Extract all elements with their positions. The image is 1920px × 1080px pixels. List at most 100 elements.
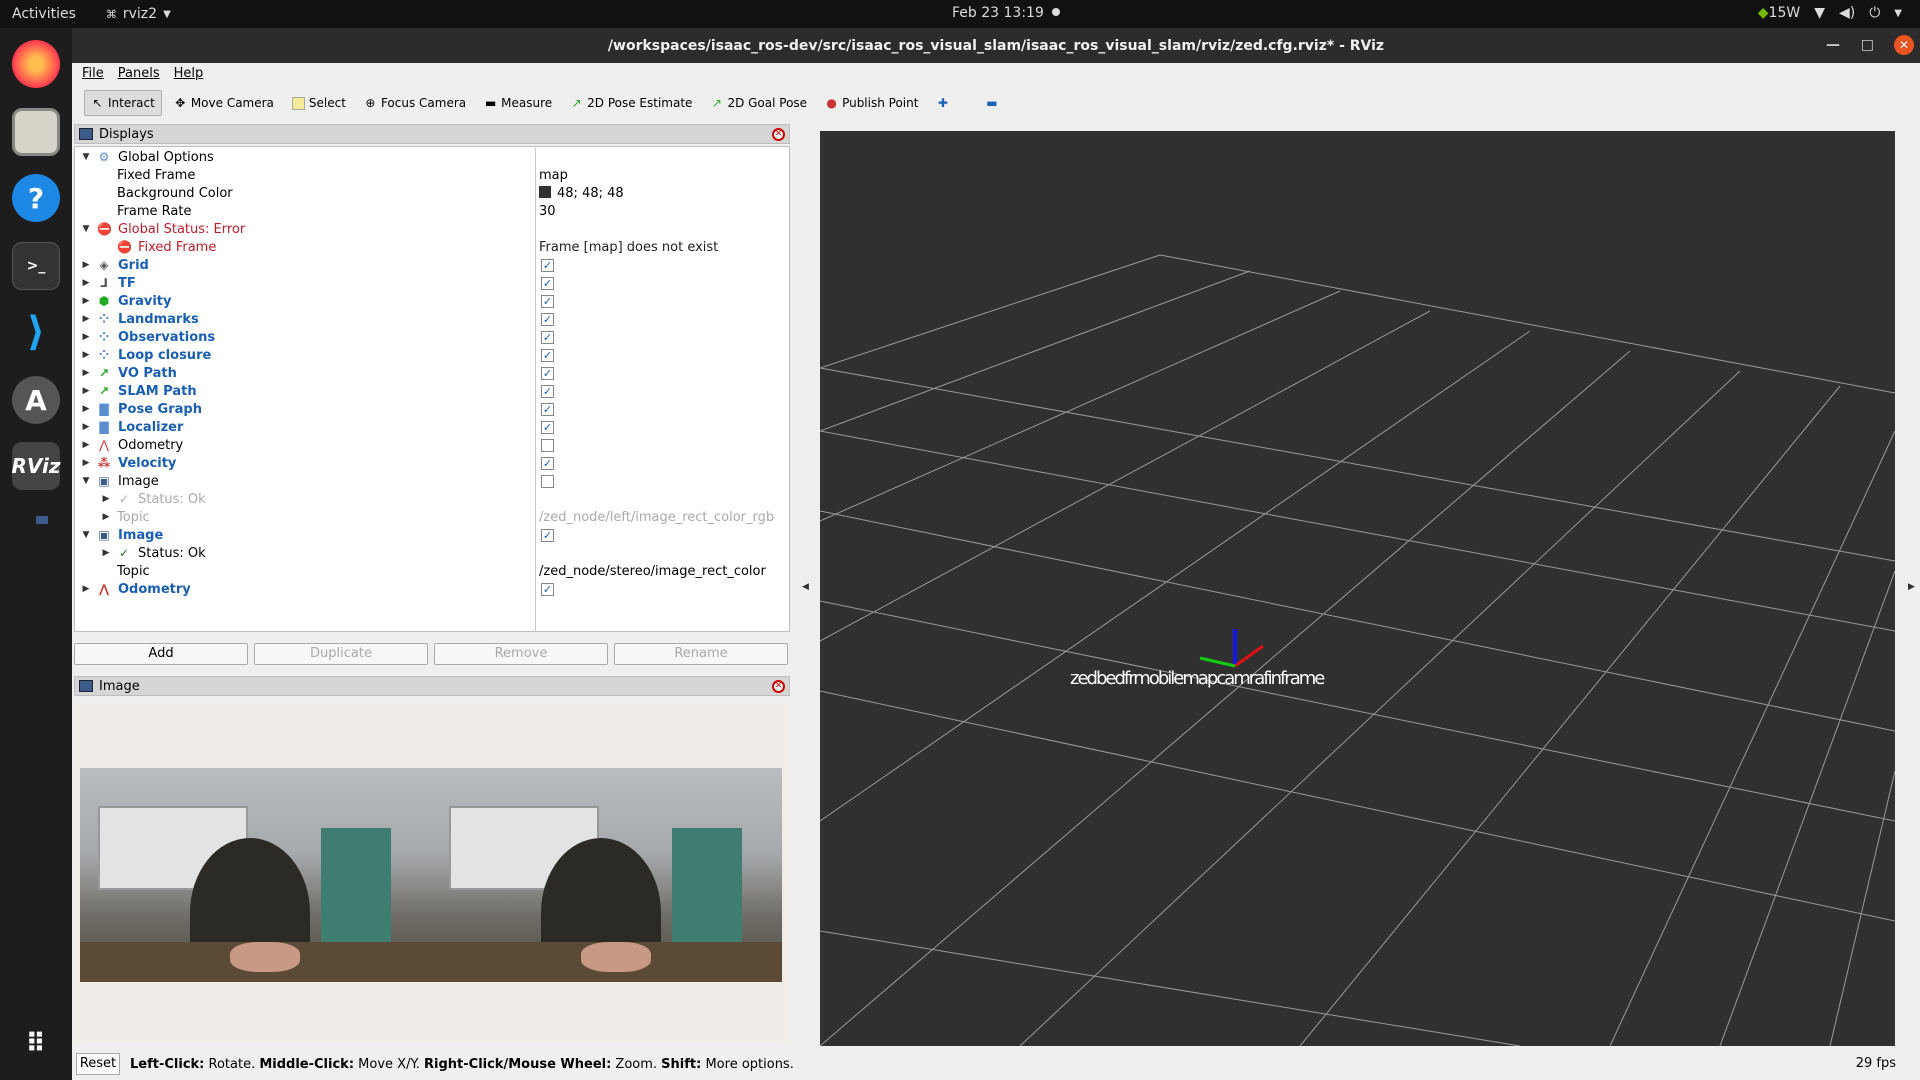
tree-row-status-ok-disabled[interactable]: ▶ ✓ Status: Ok <box>75 490 789 508</box>
tree-row-background-color[interactable]: Background Color 48; 48; 48 <box>75 184 789 202</box>
tree-row-fixed-frame-error[interactable]: ⛔ Fixed Frame Frame [map] does not exist <box>75 238 789 256</box>
checkbox-checked[interactable]: ✓ <box>541 420 554 434</box>
minimize-icon[interactable]: — <box>1826 37 1840 53</box>
clock[interactable]: Feb 23 13:19 <box>952 5 1044 21</box>
expand-arrow-icon[interactable]: ▼ <box>81 152 91 162</box>
expand-arrow-icon[interactable]: ▶ <box>101 512 111 522</box>
checkbox-checked[interactable]: ✓ <box>541 330 554 344</box>
checkbox-unchecked[interactable] <box>541 474 554 488</box>
tree-row-gravity[interactable]: ▶ ⬢ Gravity ✓ <box>75 292 789 310</box>
expand-arrow-icon[interactable]: ▶ <box>81 440 91 450</box>
checkbox-unchecked[interactable] <box>541 438 554 452</box>
checkbox-checked[interactable]: ✓ <box>541 348 554 362</box>
duplicate-button[interactable]: Duplicate <box>254 643 428 665</box>
focus-camera-tool[interactable]: ⊕ Focus Camera <box>358 90 472 116</box>
menu-panels[interactable]: Panels <box>118 66 160 81</box>
tree-row-localizer[interactable]: ▶ ▇ Localizer ✓ <box>75 418 789 436</box>
add-button[interactable]: Add <box>74 643 248 665</box>
tree-row-observations[interactable]: ▶ ⁘ Observations ✓ <box>75 328 789 346</box>
expand-arrow-icon[interactable]: ▶ <box>81 314 91 324</box>
row-value[interactable]: map <box>539 168 568 183</box>
checkbox-checked[interactable]: ✓ <box>541 312 554 326</box>
expand-arrow-icon[interactable]: ▼ <box>81 224 91 234</box>
rename-button[interactable]: Rename <box>614 643 788 665</box>
checkbox-checked[interactable]: ✓ <box>541 528 554 542</box>
checkbox-checked[interactable]: ✓ <box>541 582 554 596</box>
expand-arrow-icon[interactable]: ▶ <box>81 296 91 306</box>
tree-row-odometry[interactable]: ▶ ⋀ Odometry ✓ <box>75 580 789 598</box>
collapse-right-arrow-icon[interactable]: ▶ <box>1908 582 1915 592</box>
goal-pose-tool[interactable]: ↗ 2D Goal Pose <box>704 90 813 116</box>
row-value[interactable]: /zed_node/stereo/image_rect_color <box>539 564 766 579</box>
close-icon[interactable]: ✕ <box>772 128 785 141</box>
expand-arrow-icon[interactable]: ▶ <box>81 332 91 342</box>
select-tool[interactable]: Select <box>286 90 352 116</box>
move-camera-tool[interactable]: ✥ Move Camera <box>168 90 280 116</box>
expand-arrow-icon[interactable]: ▶ <box>81 584 91 594</box>
files-icon[interactable] <box>12 108 60 156</box>
checkbox-checked[interactable]: ✓ <box>541 258 554 272</box>
tree-row-global-options[interactable]: ▼ ⚙ Global Options <box>75 148 789 166</box>
tree-row-status-ok[interactable]: ▶ ✓ Status: Ok <box>75 544 789 562</box>
vscode-icon[interactable]: ⟩ <box>12 308 60 356</box>
expand-arrow-icon[interactable]: ▶ <box>101 548 111 558</box>
app-grid-icon[interactable]: ⠿ <box>12 1020 60 1068</box>
software-center-icon[interactable]: A <box>12 376 60 424</box>
row-value[interactable]: 30 <box>539 204 556 219</box>
terminal-icon[interactable]: >_ <box>12 242 60 290</box>
tree-row-odometry-disabled[interactable]: ▶ ⋀ Odometry <box>75 436 789 454</box>
3d-render-view[interactable]: zedbedfrmobilemapcamrafinframe <box>820 131 1895 1046</box>
measure-tool[interactable]: ▬ Measure <box>478 90 558 116</box>
expand-arrow-icon[interactable]: ▶ <box>81 458 91 468</box>
close-icon[interactable]: ✕ <box>1894 35 1914 55</box>
tree-row-slam-path[interactable]: ▶ ↗ SLAM Path ✓ <box>75 382 789 400</box>
checkbox-checked[interactable]: ✓ <box>541 294 554 308</box>
expand-arrow-icon[interactable]: ▶ <box>81 350 91 360</box>
system-tray[interactable]: ◆15W ▼ ◀) ⏻ ▼ <box>1758 5 1902 21</box>
tree-row-global-status[interactable]: ▼ ⛔ Global Status: Error <box>75 220 789 238</box>
menu-file[interactable]: File <box>82 66 104 81</box>
add-tool-button[interactable]: ✚ <box>930 90 955 116</box>
menu-help[interactable]: Help <box>174 66 204 81</box>
tree-row-tf[interactable]: ▶ ⅃ TF ✓ <box>75 274 789 292</box>
publish-point-tool[interactable]: ● Publish Point <box>819 90 924 116</box>
row-value[interactable]: 48; 48; 48 <box>539 185 624 201</box>
expand-arrow-icon[interactable]: ▶ <box>81 422 91 432</box>
expand-arrow-icon[interactable]: ▶ <box>101 494 111 504</box>
checkbox-checked[interactable]: ✓ <box>541 366 554 380</box>
checkbox-checked[interactable]: ✓ <box>541 402 554 416</box>
expand-arrow-icon[interactable]: ▼ <box>81 476 91 486</box>
tree-row-grid[interactable]: ▶ ◈ Grid ✓ <box>75 256 789 274</box>
expand-arrow-icon[interactable]: ▶ <box>81 386 91 396</box>
app-menu[interactable]: ⌘ rviz2 ▼ <box>106 6 171 22</box>
tree-row-image[interactable]: ▼ ▣ Image ✓ <box>75 526 789 544</box>
tree-row-frame-rate[interactable]: Frame Rate 30 <box>75 202 789 220</box>
interact-tool[interactable]: ↖ Interact <box>84 90 162 116</box>
tree-row-vo-path[interactable]: ▶ ↗ VO Path ✓ <box>75 364 789 382</box>
tree-row-topic-disabled[interactable]: ▶ Topic /zed_node/left/image_rect_color_… <box>75 508 789 526</box>
remove-button[interactable]: Remove <box>434 643 608 665</box>
expand-arrow-icon[interactable]: ▼ <box>81 530 91 540</box>
tree-row-loop-closure[interactable]: ▶ ⁘ Loop closure ✓ <box>75 346 789 364</box>
expand-arrow-icon[interactable]: ▶ <box>81 260 91 270</box>
column-divider[interactable] <box>535 146 536 632</box>
tree-row-pose-graph[interactable]: ▶ ▇ Pose Graph ✓ <box>75 400 789 418</box>
tree-row-landmarks[interactable]: ▶ ⁘ Landmarks ✓ <box>75 310 789 328</box>
checkbox-checked[interactable]: ✓ <box>541 456 554 470</box>
activities-button[interactable]: Activities <box>12 6 76 22</box>
expand-arrow-icon[interactable]: ▶ <box>81 278 91 288</box>
expand-arrow-icon[interactable]: ▶ <box>81 404 91 414</box>
firefox-icon[interactable] <box>12 40 60 88</box>
tree-row-image-disabled[interactable]: ▼ ▣ Image <box>75 472 789 490</box>
rviz-icon[interactable]: RViz <box>11 442 61 490</box>
maximize-icon[interactable]: □ <box>1861 37 1874 53</box>
close-icon[interactable]: ✕ <box>772 680 785 693</box>
remove-tool-button[interactable]: ▬ <box>979 90 1004 116</box>
tree-row-fixed-frame[interactable]: Fixed Frame map <box>75 166 789 184</box>
help-icon[interactable]: ? <box>12 174 60 222</box>
expand-arrow-icon[interactable]: ▶ <box>81 368 91 378</box>
tree-row-velocity[interactable]: ▶ ⁂ Velocity ✓ <box>75 454 789 472</box>
tree-row-topic[interactable]: Topic /zed_node/stereo/image_rect_color <box>75 562 789 580</box>
checkbox-checked[interactable]: ✓ <box>541 276 554 290</box>
reset-button[interactable]: Reset <box>76 1053 120 1075</box>
